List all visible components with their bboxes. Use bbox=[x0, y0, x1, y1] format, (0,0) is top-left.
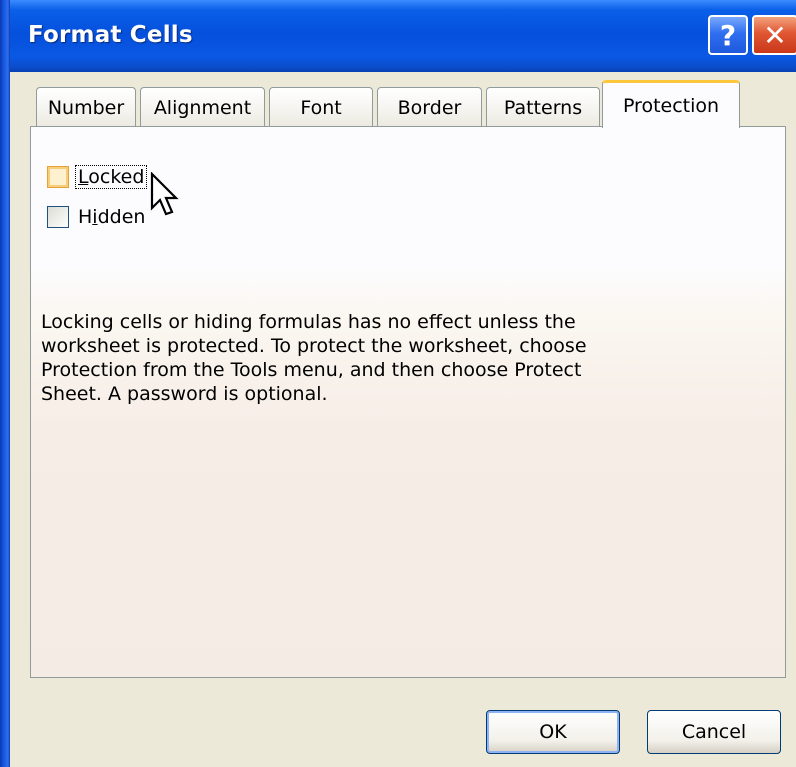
cancel-button[interactable]: Cancel bbox=[647, 710, 781, 754]
protection-info-text: Locking cells or hiding formulas has no … bbox=[41, 311, 587, 405]
locked-label[interactable]: Locked bbox=[74, 165, 148, 189]
hidden-checkbox-row[interactable]: Hidden bbox=[47, 206, 147, 228]
ok-label: OK bbox=[539, 721, 567, 743]
close-icon: ✕ bbox=[763, 18, 787, 52]
help-icon: ? bbox=[719, 18, 737, 52]
close-button[interactable]: ✕ bbox=[752, 15, 796, 55]
tab-label: Border bbox=[397, 96, 462, 119]
tab-alignment[interactable]: Alignment bbox=[140, 87, 265, 127]
tab-protection[interactable]: Protection bbox=[602, 80, 740, 128]
help-button[interactable]: ? bbox=[708, 15, 748, 55]
tab-label: Patterns bbox=[503, 96, 583, 119]
window-left-border bbox=[0, 0, 10, 767]
tab-label: Alignment bbox=[153, 96, 252, 119]
tab-border[interactable]: Border bbox=[377, 87, 482, 127]
locked-checkbox-row[interactable]: Locked bbox=[47, 165, 148, 189]
arrow-cursor-icon bbox=[150, 172, 179, 216]
ok-button[interactable]: OK bbox=[486, 710, 620, 754]
tab-font[interactable]: Font bbox=[269, 87, 373, 127]
title-bar[interactable]: Format Cells ? ✕ bbox=[10, 0, 796, 72]
tab-label: Number bbox=[47, 96, 125, 119]
locked-checkbox[interactable] bbox=[47, 166, 69, 188]
hidden-label[interactable]: Hidden bbox=[76, 206, 147, 228]
tab-patterns[interactable]: Patterns bbox=[486, 87, 600, 127]
window-title: Format Cells bbox=[28, 22, 193, 48]
protection-tab-page: Locked Hidden Locking cells or hiding fo… bbox=[30, 126, 786, 678]
tab-number[interactable]: Number bbox=[36, 87, 136, 127]
hidden-checkbox[interactable] bbox=[47, 206, 69, 228]
cancel-label: Cancel bbox=[681, 721, 747, 743]
tab-label: Protection bbox=[622, 94, 720, 117]
tab-label: Font bbox=[300, 96, 342, 119]
